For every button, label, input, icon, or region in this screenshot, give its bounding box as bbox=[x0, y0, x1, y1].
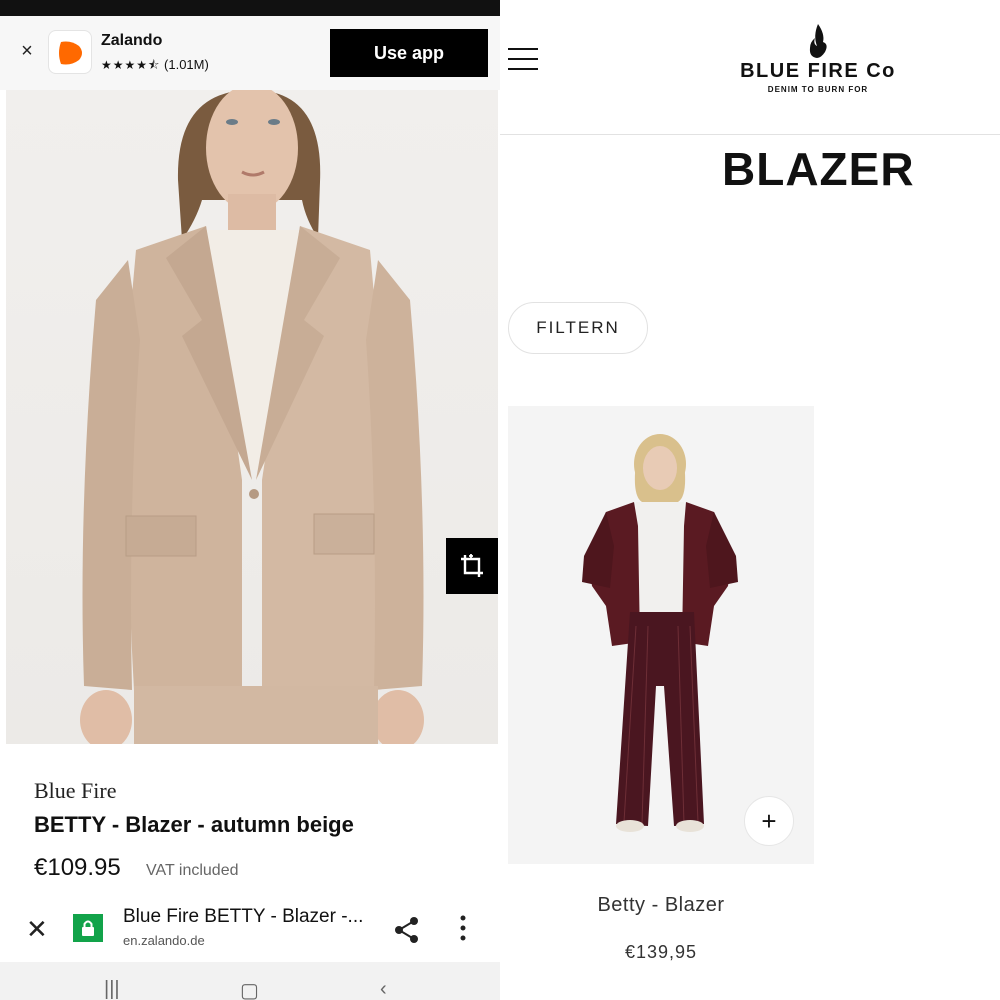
tab-page-title: Blue Fire BETTY - Blazer -... bbox=[123, 906, 364, 927]
logo-tagline: DENIM TO BURN FOR bbox=[767, 85, 869, 94]
close-icon[interactable]: × bbox=[18, 41, 36, 61]
brand-logo[interactable]: BLUE FIRE Co DENIM TO BURN FOR bbox=[738, 24, 898, 94]
lock-icon[interactable] bbox=[73, 914, 103, 942]
product-title: BETTY - Blazer - autumn beige bbox=[34, 812, 354, 837]
logo-text: BLUE FIRE Co bbox=[740, 60, 896, 82]
flame-icon bbox=[809, 24, 827, 58]
product-price: €109.95 bbox=[34, 854, 121, 881]
app-rating: ★★★★⯪ (1.01M) bbox=[101, 56, 209, 77]
back-icon[interactable]: ‹ bbox=[380, 978, 387, 1000]
product-brand[interactable]: Blue Fire bbox=[34, 778, 117, 804]
zalando-app-icon bbox=[48, 30, 92, 74]
crop-icon[interactable] bbox=[446, 538, 498, 594]
zalando-screenshot: × Zalando ★★★★⯪ (1.01M) Use app Blue Fir… bbox=[0, 0, 500, 1000]
home-icon[interactable]: ▢ bbox=[240, 978, 259, 1000]
rating-stars: ★★★★⯪ bbox=[101, 58, 161, 72]
recents-icon[interactable]: ||| bbox=[104, 978, 120, 1000]
rating-count: (1.01M) bbox=[164, 57, 209, 72]
add-to-cart-button[interactable]: + bbox=[744, 796, 794, 846]
bluefire-screenshot: BLUE FIRE Co DENIM TO BURN FOR BLAZER FI… bbox=[500, 0, 1000, 1000]
product-image[interactable] bbox=[6, 90, 498, 744]
close-icon[interactable]: ✕ bbox=[26, 916, 48, 942]
category-title: BLAZER bbox=[722, 143, 915, 195]
tab-url: en.zalando.de bbox=[123, 933, 205, 948]
header-divider bbox=[500, 134, 1000, 135]
product-card-name[interactable]: Betty - Blazer bbox=[508, 894, 814, 917]
product-card-image[interactable]: + bbox=[508, 406, 814, 864]
more-vert-icon[interactable] bbox=[460, 914, 466, 947]
filter-button[interactable]: FILTERN bbox=[508, 302, 648, 354]
app-install-banner: × Zalando ★★★★⯪ (1.01M) Use app bbox=[0, 16, 500, 90]
vat-note: VAT included bbox=[146, 862, 239, 879]
system-nav-bar: ||| ▢ ‹ bbox=[0, 962, 500, 1000]
custom-tab-bar: ✕ Blue Fire BETTY - Blazer -... en.zalan… bbox=[0, 896, 500, 962]
product-card-price: €139,95 bbox=[624, 942, 698, 962]
status-bar bbox=[0, 0, 500, 16]
app-name: Zalando bbox=[101, 32, 163, 49]
share-icon[interactable] bbox=[394, 916, 420, 949]
use-app-button[interactable]: Use app bbox=[330, 29, 488, 77]
menu-icon[interactable] bbox=[508, 48, 538, 74]
